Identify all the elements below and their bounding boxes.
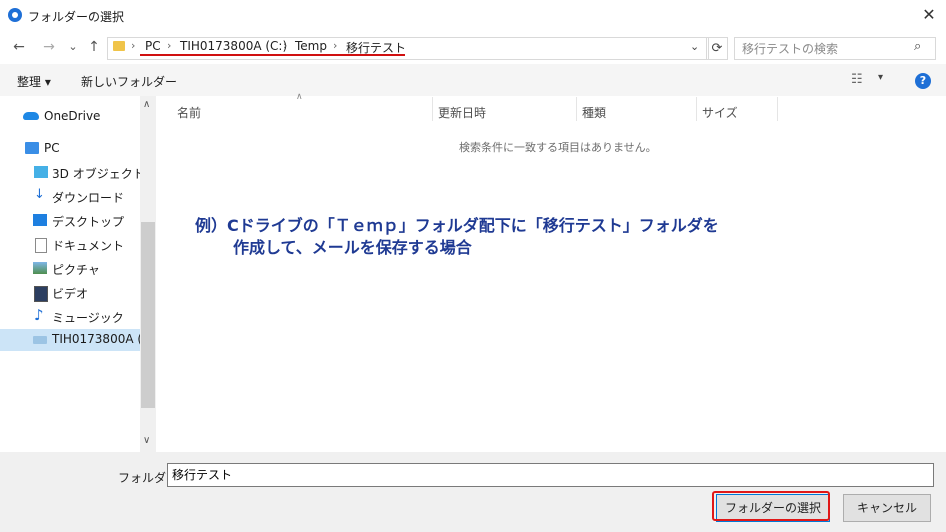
column-divider[interactable] (576, 97, 577, 121)
scroll-up-icon[interactable]: ∧ (143, 99, 150, 110)
sort-ascending-icon: ∧ (296, 92, 303, 102)
title-bar (0, 0, 946, 32)
sidebar-item-documents[interactable]: ドキュメント (0, 234, 140, 256)
sidebar-item-label: デスクトップ (52, 215, 125, 229)
cancel-button[interactable]: キャンセル (843, 494, 931, 522)
search-placeholder: 移行テストの検索 (742, 42, 839, 56)
sidebar-item-drive-c[interactable]: TIH0173800A (C: (0, 329, 154, 351)
sidebar-item-label: PC (44, 141, 60, 155)
music-icon: ♪ (34, 306, 44, 324)
refresh-icon[interactable]: ⟳ (706, 37, 728, 60)
breadcrumb-pc[interactable]: PC (145, 39, 161, 53)
column-divider[interactable] (432, 97, 433, 121)
cube-icon (34, 166, 48, 178)
video-icon (34, 286, 48, 302)
sidebar-item-label: 3D オブジェクト (52, 167, 145, 181)
new-folder-button[interactable]: 新しいフォルダー (81, 73, 177, 90)
scroll-down-icon[interactable]: ∨ (143, 435, 150, 446)
organize-button[interactable]: 整理 ▾ (17, 73, 51, 90)
picture-icon (33, 262, 47, 274)
sidebar-item-3d-objects[interactable]: 3D オブジェクト (0, 162, 145, 184)
cloud-icon (23, 112, 39, 120)
app-icon (8, 8, 22, 22)
sidebar-item-desktop[interactable]: デスクトップ (0, 210, 140, 232)
sidebar-item-downloads[interactable]: ↓ ダウンロード (0, 186, 140, 208)
breadcrumb-separator-icon[interactable]: › (333, 39, 337, 52)
sidebar-item-label: ビデオ (52, 287, 89, 301)
desktop-icon (33, 214, 47, 226)
up-arrow-icon[interactable]: ↑ (85, 38, 103, 56)
sidebar-item-label: ダウンロード (52, 191, 125, 205)
sidebar-item-label: OneDrive (44, 109, 101, 123)
recent-locations-icon[interactable]: ⌄ (64, 38, 82, 56)
view-options-icon[interactable]: ☷ (851, 72, 863, 87)
sidebar-item-pc[interactable]: PC (0, 138, 140, 160)
breadcrumb-separator-icon[interactable]: › (131, 39, 135, 52)
forward-arrow-icon[interactable]: → (40, 38, 58, 56)
sidebar-item-label: ミュージック (52, 311, 124, 325)
help-icon[interactable]: ? (915, 73, 931, 89)
annotation-line-1: 例）Cドライブの「Ｔｅｍｐ」フォルダ配下に「移行テスト」フォルダを (195, 216, 719, 235)
back-arrow-icon[interactable]: ← (10, 38, 28, 56)
document-icon (35, 238, 47, 253)
sidebar-item-pictures[interactable]: ピクチャ (0, 258, 140, 280)
path-highlight-underline (140, 54, 405, 56)
annotation-line-2: 作成して、メールを保存する場合 (233, 238, 472, 257)
column-header-type[interactable]: 種類 (582, 104, 606, 121)
column-divider[interactable] (777, 97, 778, 121)
column-divider[interactable] (696, 97, 697, 121)
sidebar-item-onedrive[interactable]: OneDrive (0, 106, 140, 128)
sidebar-item-music[interactable]: ♪ ミュージック (0, 306, 140, 328)
drive-icon (33, 336, 47, 344)
sidebar-item-label: ドキュメント (52, 239, 125, 253)
column-header-name[interactable]: 名前 (177, 104, 201, 121)
download-icon: ↓ (34, 187, 45, 202)
sidebar-item-label: ピクチャ (52, 263, 100, 277)
sidebar-scrollbar-thumb[interactable] (141, 222, 155, 408)
sidebar-item-videos[interactable]: ビデオ (0, 282, 140, 304)
computer-icon (25, 142, 39, 154)
empty-list-message: 検索条件に一致する項目はありません。 (459, 141, 657, 154)
window-title: フォルダーの選択 (28, 10, 125, 24)
search-icon[interactable]: ⌕ (914, 39, 921, 54)
column-header-size[interactable]: サイズ (702, 104, 738, 121)
column-header-date[interactable]: 更新日時 (438, 104, 486, 121)
highlight-box (712, 491, 830, 521)
breadcrumb-separator-icon[interactable]: › (167, 39, 171, 52)
breadcrumb-drive[interactable]: TIH0173800A (C:) (180, 39, 287, 53)
folder-name-input[interactable] (167, 463, 934, 487)
folder-icon (113, 41, 125, 51)
breadcrumb-separator-icon[interactable]: › (283, 39, 287, 52)
chevron-down-icon[interactable]: ⌄ (690, 40, 699, 53)
breadcrumb-temp[interactable]: Temp (295, 39, 327, 53)
close-icon[interactable]: ✕ (918, 4, 940, 26)
instruction-annotation: 例）Cドライブの「Ｔｅｍｐ」フォルダ配下に「移行テスト」フォルダを 作成して、メ… (195, 215, 719, 259)
chevron-down-icon[interactable]: ▾ (878, 72, 883, 83)
